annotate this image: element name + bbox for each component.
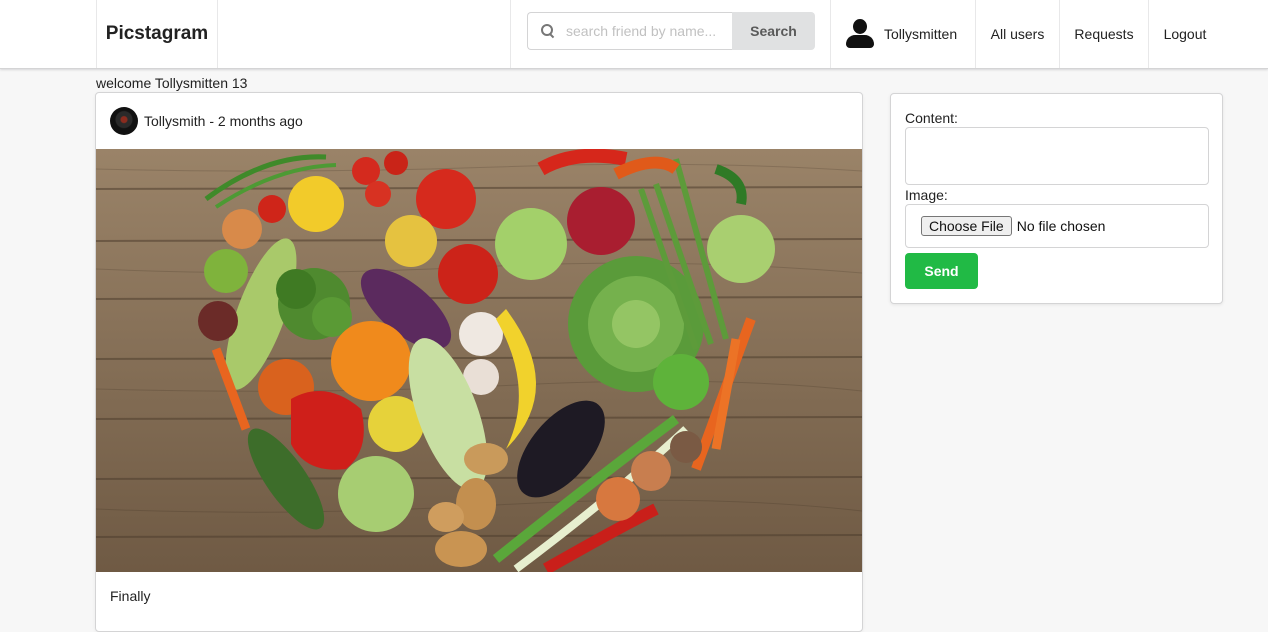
- post-header: Tollysmith - 2 months ago: [96, 93, 862, 149]
- send-button[interactable]: Send: [905, 253, 978, 289]
- image-label: Image:: [905, 187, 948, 203]
- search-icon: [541, 24, 555, 38]
- search-button[interactable]: Search: [732, 12, 815, 50]
- post-author-avatar[interactable]: [110, 107, 138, 135]
- user-avatar-icon: [846, 19, 874, 49]
- search-field[interactable]: [527, 12, 732, 50]
- file-status-text: No file chosen: [1016, 218, 1106, 234]
- nav-username: Tollysmitten: [884, 26, 958, 42]
- content-label: Content:: [905, 110, 958, 126]
- nav-user-profile[interactable]: Tollysmitten: [830, 0, 976, 68]
- nav-all-users[interactable]: All users: [976, 0, 1060, 68]
- top-navbar: Picstagram Search Tollysmitten All users…: [0, 0, 1268, 69]
- search-input[interactable]: [566, 23, 726, 39]
- content-textarea[interactable]: [905, 127, 1209, 185]
- welcome-message: welcome Tollysmitten 13: [96, 75, 248, 91]
- post-caption: Finally: [110, 588, 151, 604]
- image-file-input[interactable]: Choose File No file chosen: [905, 204, 1209, 248]
- brand-logo[interactable]: Picstagram: [96, 0, 218, 68]
- new-post-form: Content: Image: Choose File No file chos…: [890, 93, 1223, 304]
- post-card: Tollysmith - 2 months ago Finally: [95, 92, 863, 632]
- choose-file-button[interactable]: Choose File: [921, 216, 1012, 236]
- post-image: [96, 149, 862, 572]
- search-section: Search: [510, 0, 831, 68]
- vegetables-photo: [96, 149, 862, 572]
- post-author-meta: Tollysmith - 2 months ago: [144, 113, 303, 129]
- nav-requests[interactable]: Requests: [1060, 0, 1149, 68]
- nav-logout[interactable]: Logout: [1149, 0, 1221, 68]
